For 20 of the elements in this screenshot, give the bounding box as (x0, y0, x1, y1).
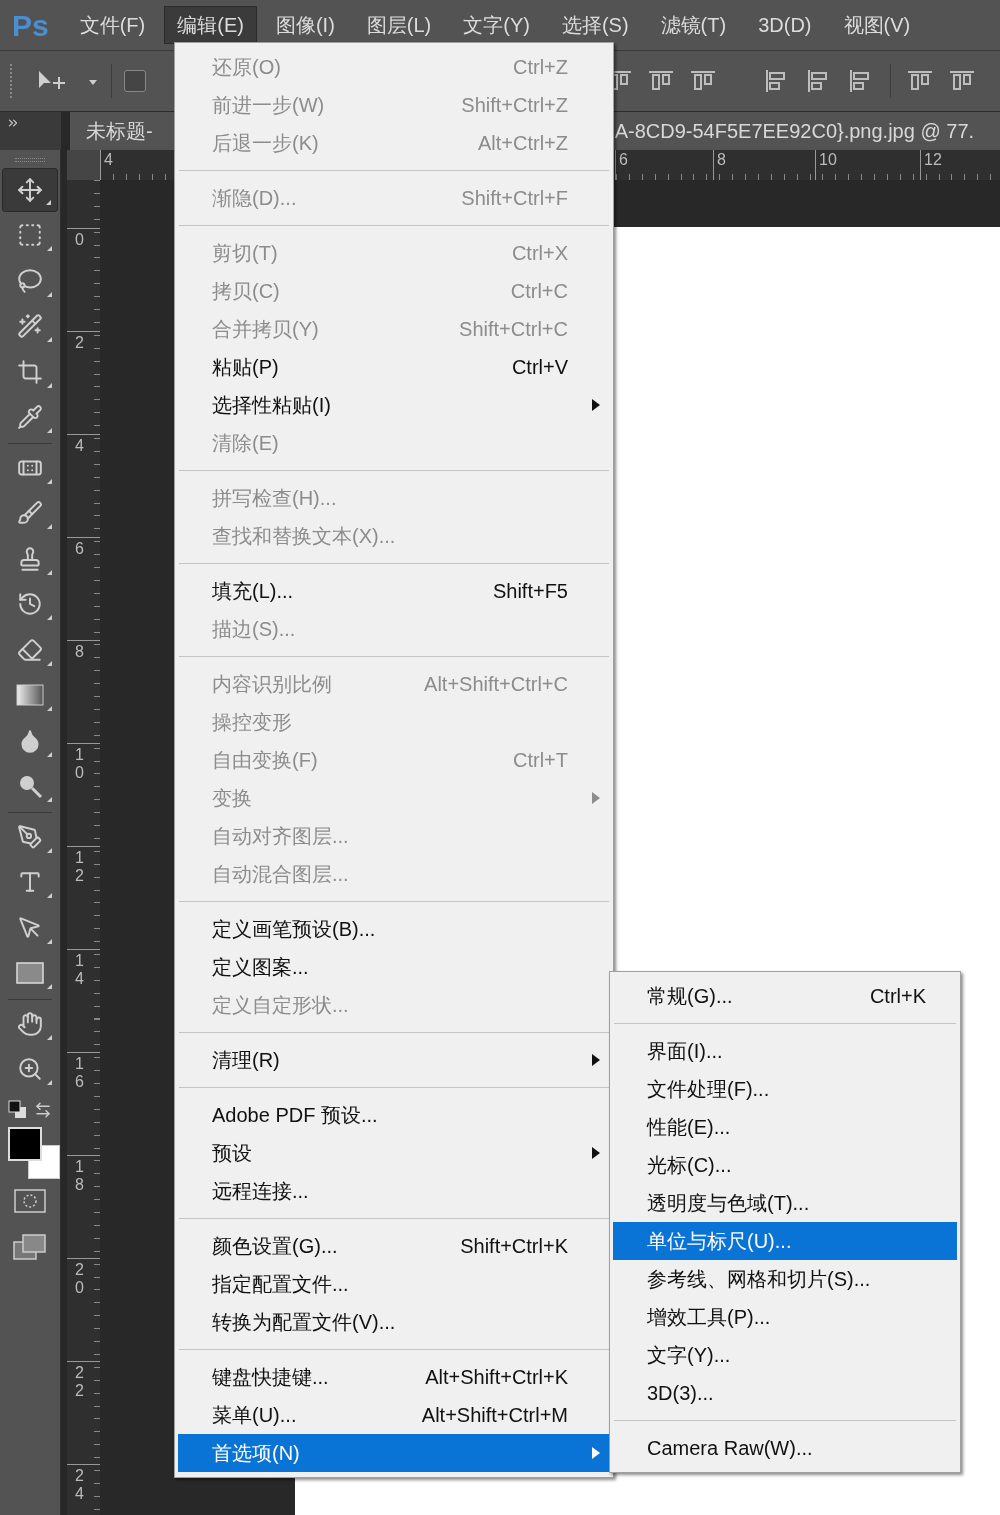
tab-title: A-8CD9-54F5E7EE92C0}.png.jpg @ 77. (614, 119, 975, 144)
ruler-label: 20 (75, 1261, 85, 1297)
ruler-label: 0 (75, 231, 85, 249)
ruler-label: 16 (75, 1055, 85, 1091)
ruler-label: 10 (75, 746, 85, 782)
ruler-label: 14 (75, 952, 85, 988)
ruler-label: 6 (615, 150, 713, 180)
ruler-label: 8 (75, 643, 85, 661)
ruler-label: 12 (920, 150, 1000, 180)
ruler-label: 4 (75, 437, 85, 455)
ruler-label: 24 (75, 1467, 85, 1503)
ruler-label: 6 (75, 540, 85, 558)
ruler-label: 12 (75, 849, 85, 885)
tab-title: 未标题- (86, 119, 153, 144)
ruler-label: 22 (75, 1364, 85, 1400)
ruler-label: 8 (713, 150, 815, 180)
ruler-label: 2 (75, 334, 85, 352)
ruler-label: 18 (75, 1158, 85, 1194)
app-logo: Ps (12, 7, 49, 44)
ruler-label: 10 (815, 150, 920, 180)
